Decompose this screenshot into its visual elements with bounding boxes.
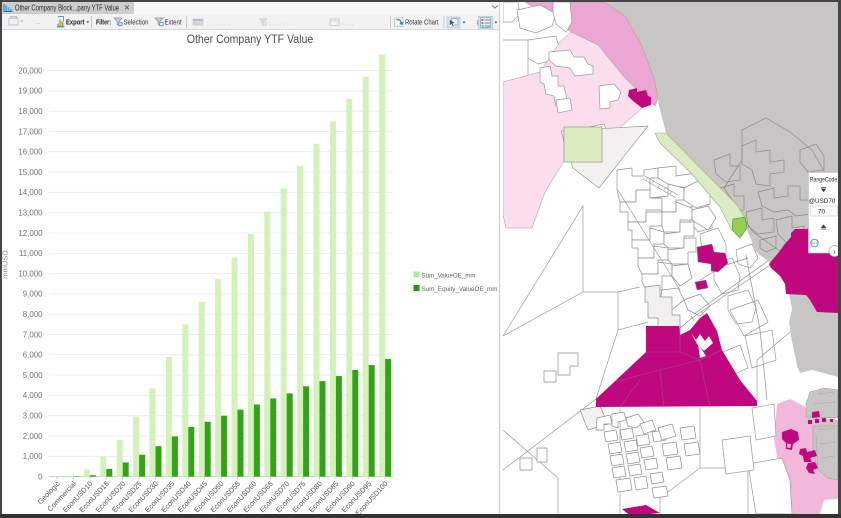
svg-text:Filter:: Filter: [96, 17, 111, 26]
svg-text:12,000: 12,000 [18, 229, 43, 238]
svg-text:9,000: 9,000 [23, 290, 43, 299]
svg-text:13,000: 13,000 [18, 209, 43, 218]
svg-text:Rotate Chart: Rotate Chart [405, 17, 439, 26]
svg-text:5,000: 5,000 [23, 371, 43, 380]
svg-text:..: .. [36, 19, 40, 26]
svg-text:6,000: 6,000 [23, 351, 43, 360]
svg-text:14,000: 14,000 [18, 188, 43, 197]
svg-text:Sum_Equity_ValueOE_mm: Sum_Equity_ValueOE_mm [422, 286, 498, 293]
svg-text:16,000: 16,000 [18, 148, 43, 157]
svg-text:. . . . . . .: . . . . . . . [206, 19, 230, 26]
svg-text:Extent: Extent [165, 17, 182, 26]
svg-text:. . . .: . . . . [341, 19, 354, 26]
svg-text:18,000: 18,000 [18, 107, 43, 116]
svg-text:RangeCode: RangeCode [810, 177, 838, 184]
svg-text:2,000: 2,000 [23, 432, 43, 441]
svg-text:mmUSD: mmUSD [2, 250, 10, 279]
svg-text:1,000: 1,000 [23, 452, 43, 461]
svg-text:0: 0 [38, 472, 43, 481]
svg-text:Other Company Block...pany YT: Other Company Block...pany YTF Value [15, 4, 119, 13]
svg-text:7,000: 7,000 [23, 330, 43, 339]
svg-text:70: 70 [818, 209, 826, 216]
svg-text:19,000: 19,000 [18, 87, 43, 96]
svg-text:15,000: 15,000 [18, 168, 43, 177]
svg-text:@USD70: @USD70 [809, 198, 836, 205]
svg-text:8,000: 8,000 [23, 310, 43, 319]
svg-text:. . . . . . .: . . . . . . . [269, 19, 293, 26]
svg-text:Export: Export [66, 17, 85, 26]
svg-text:›: › [833, 247, 836, 256]
svg-text:Sum_ValueOE_mm: Sum_ValueOE_mm [422, 272, 476, 279]
svg-text:Other Company YTF Value: Other Company YTF Value [187, 32, 314, 46]
svg-text:Selection: Selection [124, 17, 149, 26]
svg-text:3,000: 3,000 [23, 412, 43, 421]
svg-text:10,000: 10,000 [18, 269, 43, 278]
svg-text:20,000: 20,000 [18, 66, 43, 75]
svg-text:17,000: 17,000 [18, 127, 43, 136]
svg-text:11,000: 11,000 [19, 249, 43, 258]
svg-text:4,000: 4,000 [23, 391, 43, 400]
